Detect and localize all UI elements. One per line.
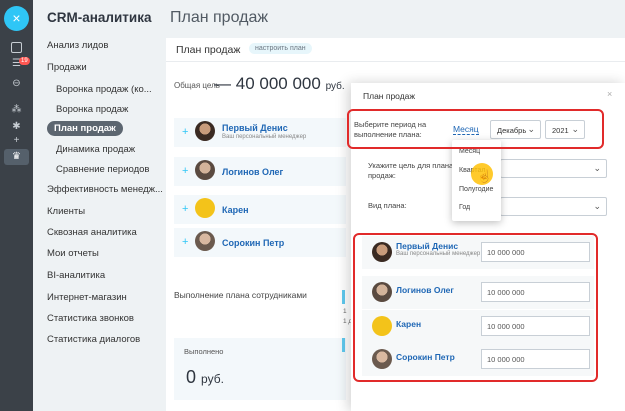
plan-type-label: Вид плана: (368, 201, 407, 210)
close-icon[interactable]: × (4, 6, 29, 31)
cut-text: 1 (343, 308, 347, 315)
menu-item-leads-analysis[interactable]: Анализ лидов (47, 40, 108, 51)
menu-item-clients[interactable]: Клиенты (47, 206, 85, 217)
employee-subtitle: Ваш персональный менеджер (222, 134, 307, 140)
notification-badge: 19 (19, 57, 30, 65)
tasks-icon[interactable] (11, 42, 22, 53)
employee-name[interactable]: Сорокин Петр (222, 238, 284, 248)
completed-label: Выполнено (184, 347, 224, 356)
plan-goal-label-line1: Укажите цель для плана (368, 161, 454, 170)
menu-item-sales-plan[interactable]: План продаж (47, 121, 123, 136)
employee-row[interactable]: + Карен (174, 195, 346, 224)
total-goal-unit: руб. (325, 81, 345, 92)
left-rail: × ☰ 19 ⊖ ⁂ ✱ + ♛ (0, 0, 33, 411)
plan-goal-label: Укажите цель для плана продаж: (368, 161, 453, 181)
employee-name[interactable]: Первый Денис (222, 123, 288, 133)
menu-item-call-stats[interactable]: Статистика звонков (47, 313, 134, 324)
period-highlight-box (347, 109, 604, 149)
avatar (195, 198, 215, 218)
expand-plus-icon[interactable]: + (182, 165, 188, 177)
avatar (195, 160, 215, 180)
chevron-down-icon: ⌄ (593, 201, 601, 211)
app-title: CRM-аналитика (47, 10, 152, 25)
progress-bar (342, 338, 345, 352)
plan-goal-label-line2: продаж: (368, 171, 396, 180)
dropdown-option-month[interactable]: Месяц (459, 148, 480, 155)
dropdown-option-half-year[interactable]: Полугодие (459, 186, 493, 193)
employee-row[interactable]: + Сорокин Петр (174, 228, 346, 257)
menu-item-online-store[interactable]: Интернет-магазин (47, 292, 127, 303)
menu-item-manager-efficiency[interactable]: Эффективность менедж... (47, 184, 163, 195)
completed-amount: 0 (186, 367, 197, 387)
total-goal-value: — 40 000 000 руб. (214, 74, 345, 93)
menu-item-sales[interactable]: Продажи (47, 62, 87, 73)
network-icon[interactable]: ⁂ (11, 104, 22, 115)
plus-icon[interactable]: + (11, 135, 22, 146)
setup-plan-button[interactable]: настроить план (249, 43, 312, 54)
completed-box: Выполнено 0 руб. (174, 338, 346, 400)
dropdown-option-year[interactable]: Год (459, 204, 470, 211)
page-title: План продаж (170, 9, 269, 26)
expand-plus-icon[interactable]: + (182, 126, 188, 138)
menu-item-bi-analytics[interactable]: BI-аналитика (47, 270, 105, 281)
employee-name[interactable]: Карен (222, 205, 249, 215)
employee-row[interactable]: + Логинов Олег (174, 157, 346, 186)
progress-bar (342, 290, 345, 304)
plan-goal-select[interactable]: ⌄ (500, 159, 607, 178)
menu-item-sales-dynamics[interactable]: Динамика продаж (56, 144, 135, 155)
menu-item-end-to-end[interactable]: Сквозная аналитика (47, 227, 137, 238)
menu-item-dialog-stats[interactable]: Статистика диалогов (47, 334, 140, 345)
completed-value: 0 руб. (186, 367, 224, 388)
employee-row[interactable]: + Первый Денис Ваш персональный менеджер (174, 118, 346, 147)
chevron-down-icon: ⌄ (593, 163, 601, 173)
employee-name[interactable]: Логинов Олег (222, 167, 283, 177)
plan-type-select[interactable]: ⌄ (500, 197, 607, 216)
card-header: План продаж настроить план (166, 38, 625, 62)
crm-analytics-menu: CRM-аналитика Анализ лидов Продажи Ворон… (33, 0, 165, 411)
crown-icon[interactable]: ♛ (4, 149, 29, 165)
completed-unit: руб. (201, 372, 224, 386)
card-title: План продаж (176, 44, 241, 56)
gear-icon[interactable]: ✱ (11, 121, 22, 132)
expand-plus-icon[interactable]: + (182, 236, 188, 248)
expand-plus-icon[interactable]: + (182, 203, 188, 215)
menu-item-period-comparison[interactable]: Сравнение периодов (56, 164, 149, 175)
total-goal-amount: 40 000 000 (235, 74, 321, 93)
close-icon[interactable]: × (607, 89, 612, 99)
menu-item-sales-funnel-short[interactable]: Воронка продаж (ко... (56, 84, 152, 95)
employees-plan-label: Выполнение плана сотрудниками (174, 290, 307, 300)
avatar (195, 121, 215, 141)
hand-cursor-icon: ☝ (477, 169, 492, 183)
menu-item-my-reports[interactable]: Мои отчеты (47, 248, 99, 259)
dialog-title: План продаж (363, 91, 416, 101)
employees-highlight-box (353, 233, 598, 382)
menu-item-sales-funnel[interactable]: Воронка продаж (56, 104, 128, 115)
minus-icon[interactable]: ⊖ (11, 78, 22, 89)
avatar (195, 231, 215, 251)
